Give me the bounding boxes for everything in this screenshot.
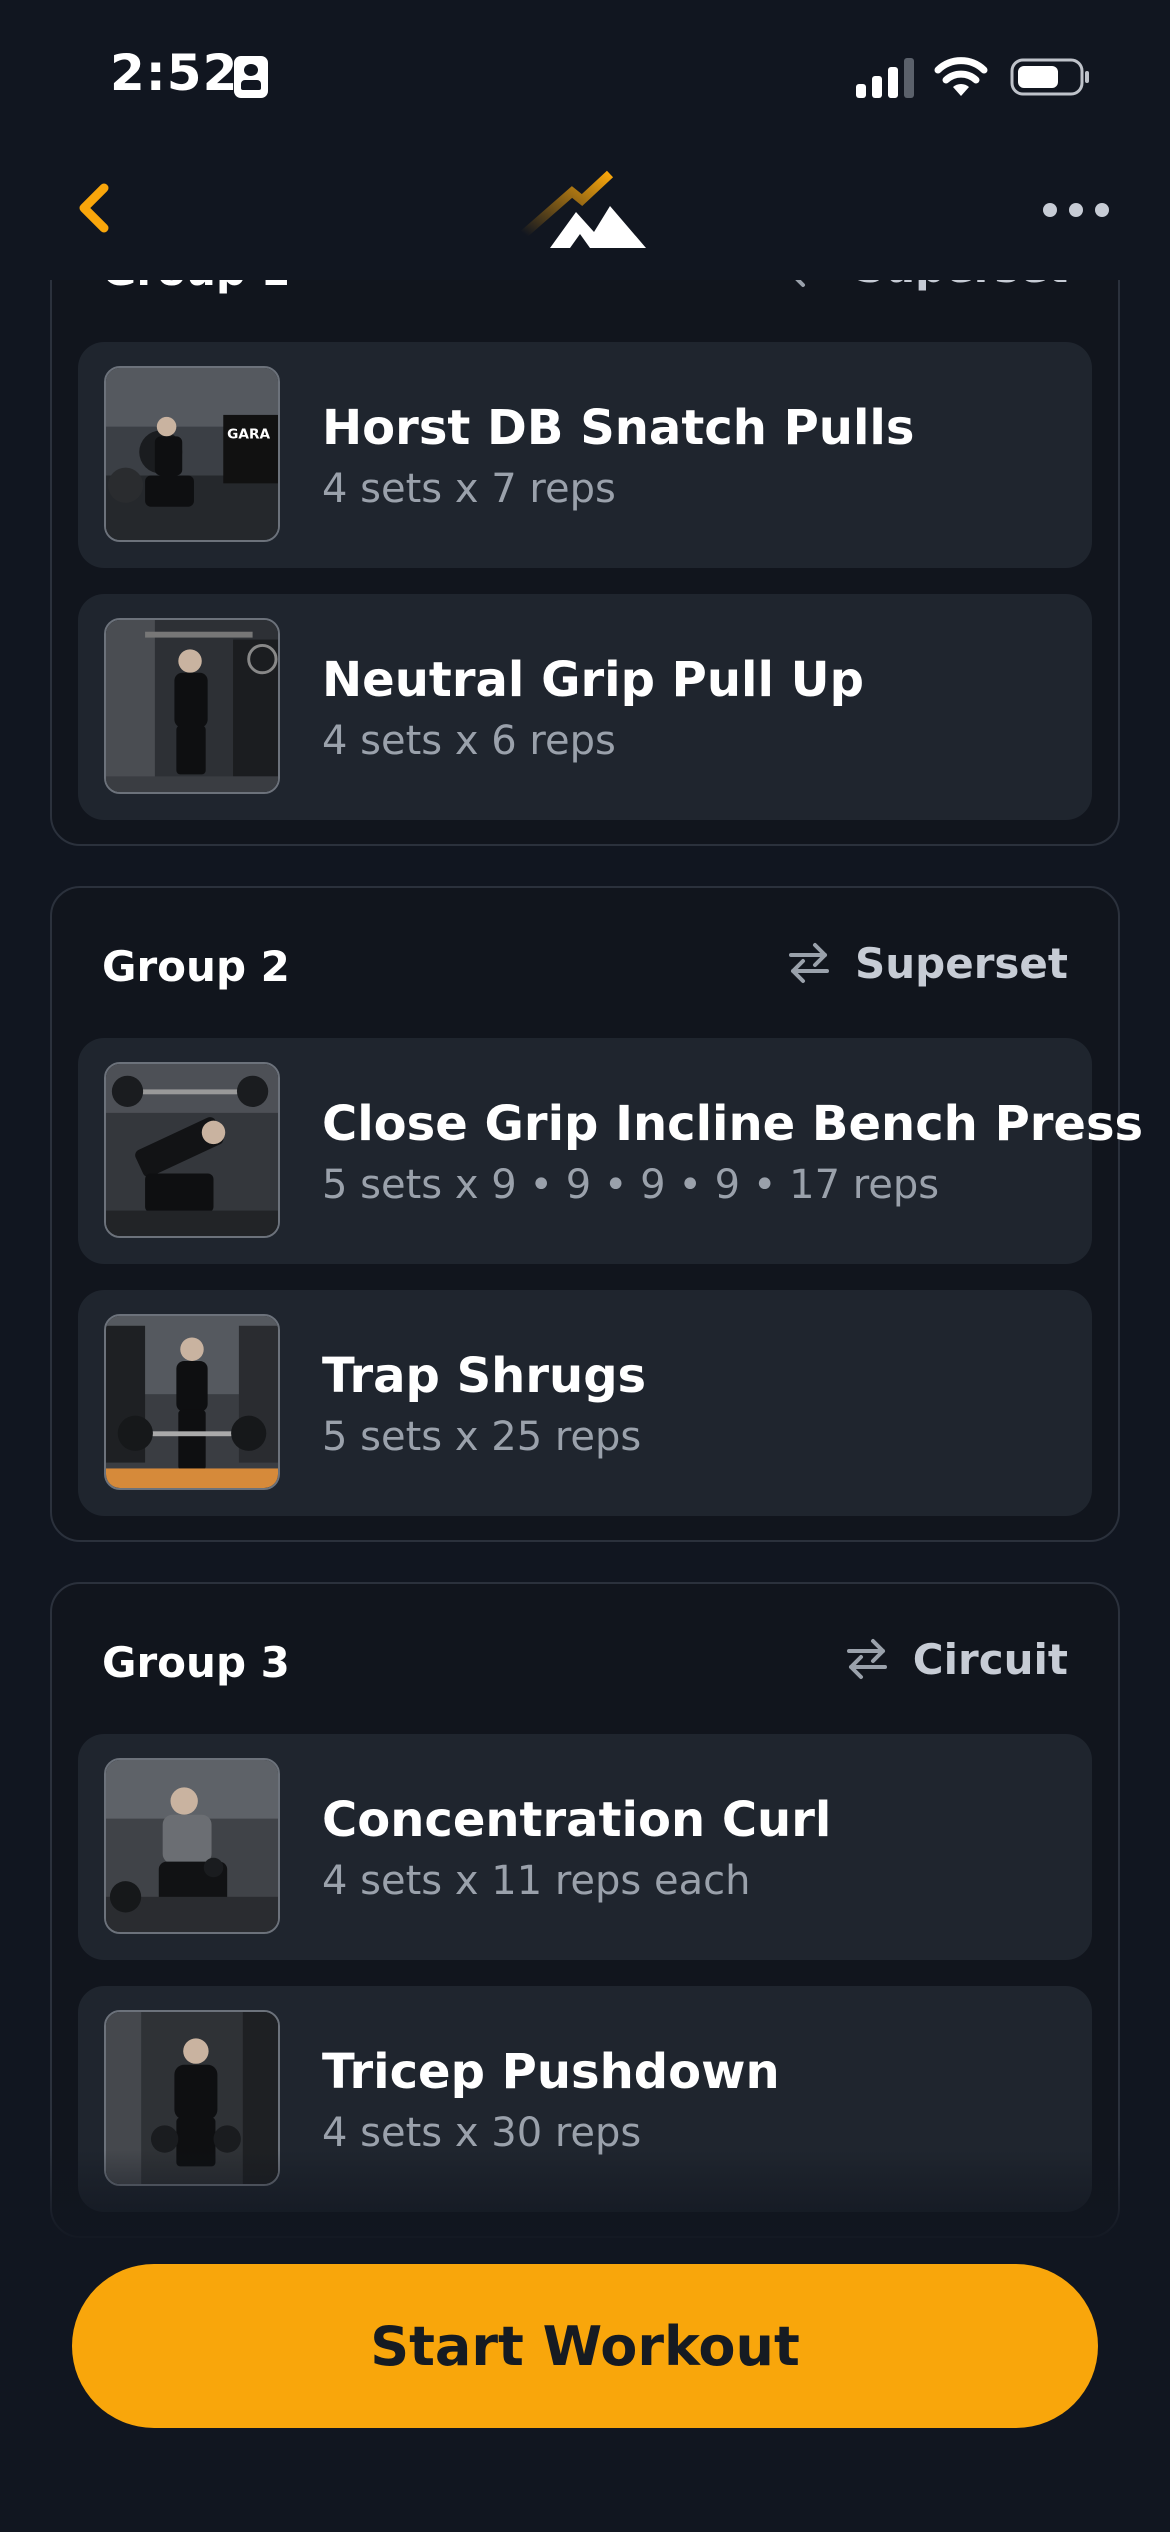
status-time: 2:52 [110, 44, 239, 102]
exercise-name: Tricep Pushdown [322, 2044, 780, 2100]
exercise-card[interactable]: GARA Horst DB Snatch Pulls 4 sets x 7 re… [78, 342, 1092, 568]
exercise-sets-reps: 4 sets x 7 reps [322, 466, 616, 512]
group-type-label: Circuit [912, 1634, 1068, 1684]
group-title: Group 3 [102, 1638, 290, 1687]
exercise-thumbnail [104, 1062, 280, 1238]
group-title: Group 2 [102, 942, 290, 991]
exercise-name: Neutral Grip Pull Up [322, 652, 864, 708]
group-type-toggle[interactable]: Superset [785, 280, 1068, 292]
back-button[interactable] [66, 178, 126, 238]
contact-card-icon [234, 56, 268, 98]
exercise-card[interactable]: Close Grip Incline Bench Press 5 sets x … [78, 1038, 1143, 1264]
nav-bar [0, 150, 1170, 280]
wifi-icon [934, 57, 988, 96]
exercise-sets-reps: 4 sets x 6 reps [322, 718, 616, 764]
group-type-toggle[interactable]: Superset [785, 938, 1068, 988]
exercise-sets-reps: 4 sets x 11 reps each [322, 1858, 751, 1904]
cellular-signal-icon [856, 58, 914, 98]
exercise-name: Concentration Curl [322, 1792, 832, 1848]
start-workout-button[interactable]: Start Workout [72, 2264, 1098, 2428]
exercise-name: Horst DB Snatch Pulls [322, 400, 915, 456]
group-type-label: Superset [855, 280, 1068, 292]
exercise-group: Group 2 Superset Close Grip Incline Benc… [50, 886, 1143, 1542]
exercise-thumbnail: GARA [104, 366, 280, 542]
exercise-name: Close Grip Incline Bench Press [322, 1096, 1144, 1152]
group-header: Group 1 Superset [78, 280, 1092, 342]
exercise-sets-reps: 5 sets x 9 • 9 • 9 • 9 • 17 reps [322, 1162, 940, 1208]
exercise-card[interactable]: Trap Shrugs 5 sets x 25 reps [78, 1290, 1092, 1516]
group-header: Group 2 Superset [78, 888, 1092, 1038]
battery-icon [1010, 58, 1089, 96]
group-title: Group 1 [102, 280, 290, 295]
status-bar: 2:52 [0, 0, 1170, 150]
exercise-group: Group 1 Superset GARA [50, 280, 1120, 846]
thumbnail-sign-text: GARA [227, 426, 270, 442]
group-header: Group 3 Circuit [78, 1584, 1092, 1734]
exercise-name: Trap Shrugs [322, 1348, 647, 1404]
exercise-thumbnail [104, 1758, 280, 1934]
exercise-sets-reps: 4 sets x 30 reps [322, 2110, 642, 2156]
swap-arrows-icon [846, 1639, 887, 1679]
swap-arrows-icon [795, 280, 806, 287]
exercise-card[interactable]: Neutral Grip Pull Up 4 sets x 6 reps [78, 594, 1092, 820]
group-type-label: Superset [855, 938, 1068, 988]
swap-arrows-icon [789, 943, 830, 983]
mountain-logo-icon [521, 170, 646, 248]
exercise-sets-reps: 5 sets x 25 reps [322, 1414, 642, 1460]
exercise-thumbnail [104, 1314, 280, 1490]
group-type-toggle[interactable]: Circuit [843, 1634, 1068, 1684]
exercise-card[interactable]: Concentration Curl 4 sets x 11 reps each [78, 1734, 1092, 1960]
workout-list[interactable]: Group 1 Superset GARA [0, 280, 1170, 2240]
exercise-thumbnail [104, 618, 280, 794]
exercise-card[interactable]: Tricep Pushdown 4 sets x 30 reps [78, 1986, 1092, 2212]
exercise-group: Group 3 Circuit Concentration Curl 4 set… [50, 1582, 1120, 2238]
exercise-thumbnail [104, 2010, 280, 2186]
more-options-button[interactable] [1040, 190, 1112, 230]
